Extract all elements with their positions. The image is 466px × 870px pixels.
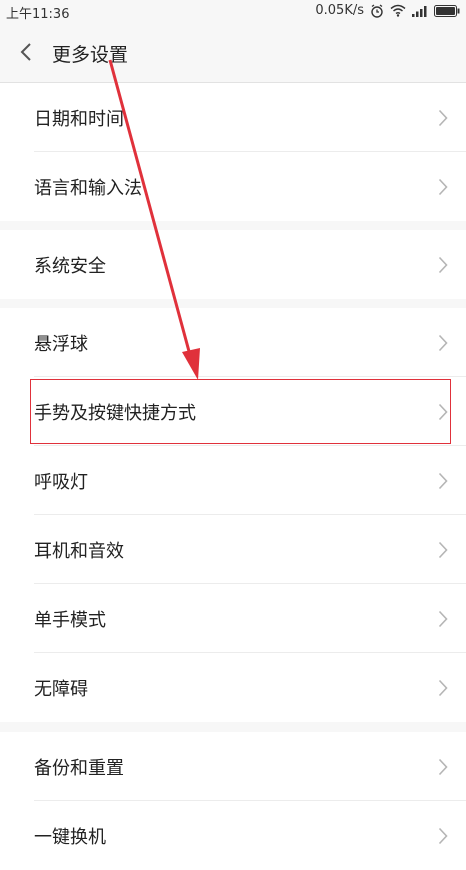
chevron-right-icon: [438, 334, 448, 352]
settings-item-label: 耳机和音效: [34, 540, 124, 562]
network-speed: 0.05K/s: [315, 3, 364, 18]
page-title: 更多设置: [52, 44, 129, 66]
settings-item-label: 无障碍: [34, 678, 88, 700]
status-bar: 上午11:36 0.05K/s: [0, 0, 466, 22]
header: 更多设置: [0, 22, 466, 83]
settings-item-label: 备份和重置: [34, 757, 124, 779]
status-right: 0.05K/s: [315, 3, 460, 18]
chevron-right-icon: [438, 827, 448, 845]
chevron-right-icon: [438, 758, 448, 776]
chevron-right-icon: [438, 610, 448, 628]
settings-item-label: 悬浮球: [34, 333, 88, 355]
settings-item-label: 呼吸灯: [34, 471, 88, 493]
settings-item-one-handed-mode[interactable]: 单手模式: [0, 584, 466, 653]
settings-group-1: 日期和时间 语言和输入法: [0, 83, 466, 221]
settings-item-backup-reset[interactable]: 备份和重置: [0, 732, 466, 801]
settings-item-label: 语言和输入法: [34, 177, 142, 199]
settings-group-4: 备份和重置 一键换机: [0, 732, 466, 870]
settings-item-label: 手势及按键快捷方式: [34, 402, 196, 424]
settings-item-headphones-audio[interactable]: 耳机和音效: [0, 515, 466, 584]
chevron-right-icon: [438, 679, 448, 697]
status-time: 上午11:36: [6, 7, 70, 22]
signal-icon: [412, 5, 428, 17]
alarm-icon: [370, 3, 384, 18]
chevron-right-icon: [438, 472, 448, 490]
chevron-right-icon: [438, 403, 448, 421]
settings-item-label: 日期和时间: [34, 108, 124, 130]
settings-item-system-security[interactable]: 系统安全: [0, 230, 466, 299]
settings-item-language-input[interactable]: 语言和输入法: [0, 152, 466, 221]
back-button[interactable]: [12, 38, 40, 66]
battery-icon: [434, 4, 460, 17]
settings-item-label: 单手模式: [34, 609, 106, 631]
settings-item-notification-light[interactable]: 呼吸灯: [0, 446, 466, 515]
chevron-right-icon: [438, 541, 448, 559]
chevron-right-icon: [438, 109, 448, 127]
chevron-right-icon: [438, 178, 448, 196]
chevron-right-icon: [438, 256, 448, 274]
settings-item-gestures-shortcuts[interactable]: 手势及按键快捷方式: [0, 377, 466, 446]
chevron-left-icon: [20, 43, 31, 61]
settings-item-date-time[interactable]: 日期和时间: [0, 83, 466, 152]
settings-item-accessibility[interactable]: 无障碍: [0, 653, 466, 722]
wifi-icon: [390, 4, 406, 17]
settings-item-label: 系统安全: [34, 255, 106, 277]
settings-group-3: 悬浮球 手势及按键快捷方式 呼吸灯 耳机和音效 单手模式 无障碍: [0, 308, 466, 722]
settings-item-floating-ball[interactable]: 悬浮球: [0, 308, 466, 377]
settings-group-2: 系统安全: [0, 230, 466, 299]
